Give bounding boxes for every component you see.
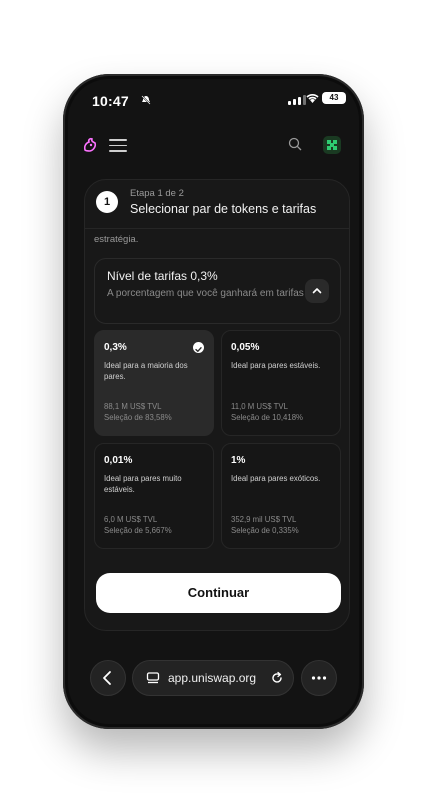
fee-option-tvl: 352,9 mil US$ TVL (231, 515, 297, 524)
step-label: Etapa 1 de 2 (130, 188, 184, 199)
fee-option-description: Ideal para a maioria dos pares. (104, 361, 188, 381)
url-text: app.uniswap.org (168, 671, 257, 685)
fee-option-tvl: 11,0 M US$ TVL (231, 402, 288, 411)
fee-option-card[interactable]: 1% Ideal para pares exóticos. 352,9 mil … (221, 443, 341, 549)
wifi-icon (306, 91, 319, 109)
fee-option-selection: Seleção de 83,58% (104, 413, 172, 422)
hamburger-menu-icon[interactable] (109, 139, 127, 153)
fee-tier-box: Nível de tarifas 0,3% A porcentagem que … (94, 258, 341, 324)
fee-option-tvl: 6,0 M US$ TVL (104, 515, 158, 524)
fee-option-card[interactable]: 0,05% Ideal para pares estáveis. 11,0 M … (221, 330, 341, 436)
battery-icon: 43 (322, 92, 346, 104)
silent-mode-icon (141, 95, 151, 105)
fee-tier-description: A porcentagem que você ganhará em tarifa… (107, 288, 304, 299)
continue-button[interactable]: Continuar (96, 573, 341, 613)
chevron-left-icon (103, 671, 111, 685)
fee-option-percent: 0,05% (231, 342, 260, 353)
fee-option-selection: Seleção de 10,418% (231, 413, 303, 422)
step-header[interactable]: 1 Etapa 1 de 2 Selecionar par de tokens … (85, 180, 349, 229)
more-options-button[interactable] (301, 660, 337, 696)
uniswap-logo-icon[interactable] (82, 137, 98, 153)
fee-option-card[interactable]: 0,3% Ideal para a maioria dos pares. 88,… (94, 330, 214, 436)
browser-toolbar: app.uniswap.org (68, 645, 359, 719)
fee-option-percent: 1% (231, 455, 246, 466)
fee-option-description: Ideal para pares estáveis. (231, 361, 321, 370)
ellipsis-icon (311, 676, 327, 680)
fee-tier-title: Nível de tarifas 0,3% (107, 269, 218, 283)
chevron-up-icon (312, 288, 322, 294)
strategy-text: estratégia. (94, 234, 139, 245)
step-title: Selecionar par de tokens e tarifas (130, 202, 317, 216)
step-number-badge: 1 (96, 191, 118, 213)
fee-option-selection: Seleção de 0,335% (231, 526, 299, 535)
fee-option-percent: 0,3% (104, 342, 127, 353)
fee-option-tvl: 88,1 M US$ TVL (104, 402, 162, 411)
collapse-button[interactable] (305, 279, 329, 303)
fee-option-card[interactable]: 0,01% Ideal para pares muito estáveis. 6… (94, 443, 214, 549)
account-avatar[interactable] (323, 136, 341, 154)
app-screen: 10:47 43 1 Etapa 1 de 2 Selecionar par d… (68, 79, 359, 724)
check-circle-icon (193, 342, 204, 353)
reload-icon[interactable] (270, 671, 284, 685)
status-time: 10:47 (92, 93, 129, 109)
create-position-panel: 1 Etapa 1 de 2 Selecionar par de tokens … (84, 179, 350, 631)
search-icon[interactable] (288, 137, 302, 156)
fee-option-selection: Seleção de 5,667% (104, 526, 172, 535)
back-button[interactable] (90, 660, 126, 696)
fee-option-description: Ideal para pares muito estáveis. (104, 474, 182, 494)
cellular-signal-icon (288, 95, 306, 105)
fee-option-percent: 0,01% (104, 455, 133, 466)
address-bar[interactable]: app.uniswap.org (132, 660, 294, 696)
phone-frame: 10:47 43 1 Etapa 1 de 2 Selecionar par d… (63, 74, 364, 729)
page-icon (146, 672, 160, 684)
fee-option-description: Ideal para pares exóticos. (231, 474, 321, 483)
